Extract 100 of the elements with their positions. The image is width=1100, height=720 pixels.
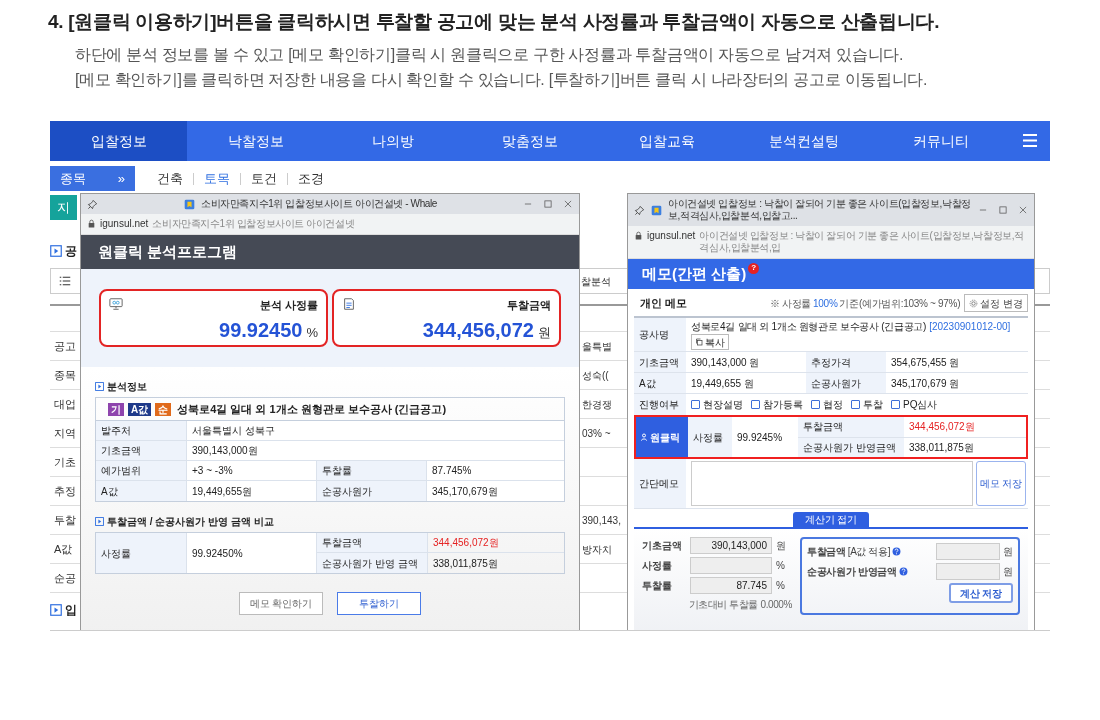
checkbox[interactable]: PQ심사 bbox=[891, 397, 938, 412]
card-value: 99.92450 bbox=[219, 317, 303, 343]
help-icon[interactable] bbox=[898, 567, 908, 576]
checkbox[interactable]: 투찰 bbox=[851, 397, 883, 412]
table-header-cell: 투찰금액 bbox=[798, 417, 904, 437]
close-icon[interactable] bbox=[563, 199, 573, 209]
address-bar[interactable]: igunsul.net 소비자만족지수1위 입찰정보사이트 아이건설넷 bbox=[81, 214, 579, 235]
row-value: 390,143, bbox=[582, 514, 621, 526]
section-title: 분석정보 bbox=[107, 380, 147, 394]
nav-tab[interactable]: 입찰정보 bbox=[50, 121, 187, 161]
section-icon bbox=[50, 245, 62, 257]
memo-field[interactable] bbox=[691, 461, 973, 506]
checkbox[interactable]: 협정 bbox=[811, 397, 843, 412]
maximize-icon[interactable] bbox=[998, 205, 1008, 215]
action-button[interactable]: 투찰하기 bbox=[337, 592, 421, 615]
row-value: 성숙(( bbox=[582, 369, 609, 381]
unit-text: % bbox=[776, 579, 785, 593]
checkbox[interactable]: 현장설명 bbox=[691, 397, 743, 412]
lock-icon bbox=[87, 219, 96, 228]
row-value: 방자치 bbox=[582, 543, 612, 555]
pin-icon[interactable] bbox=[87, 198, 98, 210]
table-cell-text: 390,143,000 원 bbox=[690, 355, 761, 370]
table-cell-text: 344,456,072원 bbox=[908, 420, 976, 435]
calc-field[interactable] bbox=[690, 557, 772, 574]
instruction-heading: 4. [원클릭 이용하기]버튼을 클릭하시면 투찰할 공고에 맞는 분석 사정률과 투찰금액이 자동으로 산출됩니다. bbox=[48, 10, 941, 34]
menu-icon[interactable] bbox=[1020, 132, 1039, 150]
header-title: 메모(간편 산출) bbox=[642, 263, 747, 284]
table-cell: 19,449,655원 bbox=[186, 481, 316, 501]
person-icon bbox=[640, 433, 648, 441]
page-title: 아이건설넷 입찰정보 : 낙찰이 잘되어 기분 좋은 사이트(입찰정보,낙찰정보,적격심사,입찰분석,입 bbox=[699, 230, 1025, 254]
unit-text: 원 bbox=[776, 539, 786, 553]
table-cell-text: 338,011,875원 bbox=[908, 440, 975, 455]
gear-icon bbox=[969, 298, 979, 308]
category-label: 종목 bbox=[60, 169, 86, 188]
table-header-cell: 순공사원가 반영 금액 bbox=[317, 553, 427, 573]
table-cell: 99.92450% bbox=[186, 533, 316, 573]
page-title: 소비자만족지수1위 입찰정보사이트 아이건설넷 bbox=[152, 218, 355, 230]
maximize-icon[interactable] bbox=[543, 199, 553, 209]
list-icon bbox=[59, 275, 71, 287]
table-header-cell: 발주처 bbox=[96, 421, 186, 440]
row-label: 투찰 bbox=[54, 513, 76, 526]
window-title: 아이건설넷 입찰정보 : 낙찰이 잘되어 기분 좋은 사이트(입찰정보,낙찰정보,적격심사,입찰분석,입찰고... bbox=[668, 198, 972, 222]
action-button[interactable]: 메모 확인하기 bbox=[239, 592, 323, 615]
checkbox[interactable]: 참가등록 bbox=[751, 397, 803, 412]
category-link[interactable]: 토건 bbox=[251, 168, 277, 189]
double-arrow-icon: » bbox=[117, 168, 125, 189]
unit-text: 원 bbox=[1003, 545, 1013, 559]
calculate-save-button[interactable]: 계산 저장 bbox=[949, 583, 1013, 603]
category-link[interactable]: 건축 bbox=[157, 168, 183, 189]
calc-field[interactable]: 390,143,000 bbox=[690, 537, 772, 554]
category-button[interactable]: 종목 » bbox=[50, 166, 135, 191]
table-cell: 87.745% bbox=[426, 461, 564, 480]
close-icon[interactable] bbox=[1018, 205, 1028, 215]
table-header-cell: 순공사원가 bbox=[316, 481, 426, 501]
document-icon bbox=[342, 297, 356, 311]
favicon-icon bbox=[651, 204, 662, 216]
calc-field[interactable]: 87.745 bbox=[690, 577, 772, 594]
save-memo-button[interactable]: 메모 저장 bbox=[976, 461, 1026, 506]
oneclick-label: 원클릭 bbox=[636, 417, 688, 457]
row-value: 한경쟁 bbox=[582, 398, 612, 410]
table-cell: 390,143,000원 bbox=[186, 441, 564, 460]
row-label: 지역 bbox=[54, 426, 76, 439]
category-tag: 순 bbox=[155, 402, 172, 416]
memo-title: 개인 메모 bbox=[640, 295, 688, 311]
instruction-text: 하단에 분석 정보를 볼 수 있고 [메모 확인하기]클릭 시 원클릭으로 구한 사정률과 투찰금액이 자동으로 남겨져 있습니다. bbox=[75, 45, 905, 65]
instruction-text: [메모 확인하기]를 클릭하면 저장한 내용을 다시 확인할 수 있습니다. [투찰하기]버튼 클릭 시 나라장터의 공고로 이동됩니다. bbox=[75, 70, 929, 90]
unit-text: 원 bbox=[1003, 565, 1013, 579]
help-badge[interactable]: ? bbox=[748, 262, 760, 274]
table-cell-text: 19,449,655 원 bbox=[690, 376, 755, 391]
copy-icon bbox=[695, 338, 703, 346]
category-link[interactable]: 토목 bbox=[204, 168, 230, 189]
table-cell: 338,011,875원 bbox=[427, 553, 564, 573]
domain-text: igunsul.net bbox=[100, 218, 149, 230]
pin-icon[interactable] bbox=[634, 204, 645, 216]
row-label: 추정 bbox=[54, 484, 76, 497]
collapse-tab[interactable]: 계산기 접기 bbox=[792, 512, 870, 527]
field-label: 투찰금액 bbox=[807, 545, 846, 559]
category-tag: A값 bbox=[128, 402, 152, 416]
window-title: 소비자만족지수1위 입찰정보사이트 아이건설넷 - Whale bbox=[201, 198, 437, 210]
category-link[interactable]: 조경 bbox=[298, 168, 324, 189]
table-header-cell: 추정가격 bbox=[806, 352, 886, 372]
calc-field[interactable] bbox=[936, 543, 1000, 560]
field-label: 순공사원가 반영금액 bbox=[807, 565, 897, 579]
note-text: 기준(예가범위:103% ~ 97%) bbox=[839, 296, 961, 311]
table-header-cell: 투찰률 bbox=[316, 461, 426, 480]
help-icon[interactable] bbox=[892, 547, 902, 556]
table-header-cell: 사정률 bbox=[96, 533, 186, 573]
section-title: 입 bbox=[65, 602, 77, 619]
copy-button[interactable]: 복사 bbox=[691, 334, 729, 350]
row-value: 03% ~ bbox=[582, 427, 611, 439]
calc-field[interactable] bbox=[936, 563, 1000, 580]
table-header-cell: 예가범위 bbox=[96, 461, 186, 480]
field-label: 투찰률 bbox=[642, 579, 673, 593]
note-highlight: 100% bbox=[813, 296, 838, 311]
unit-text: % bbox=[776, 559, 785, 573]
address-bar[interactable]: igunsul.net 아이건설넷 입찰정보 : 낙찰이 잘되어 기분 좋은 사이트(입찰정보,낙찰정보,적격심사,입찰분석,입 bbox=[628, 226, 1034, 259]
settings-button[interactable]: 설정 변경 bbox=[964, 294, 1028, 312]
table-header-cell: 사정률 bbox=[688, 417, 732, 457]
section-icon bbox=[95, 517, 104, 526]
table-header-cell: A값 bbox=[96, 481, 186, 501]
